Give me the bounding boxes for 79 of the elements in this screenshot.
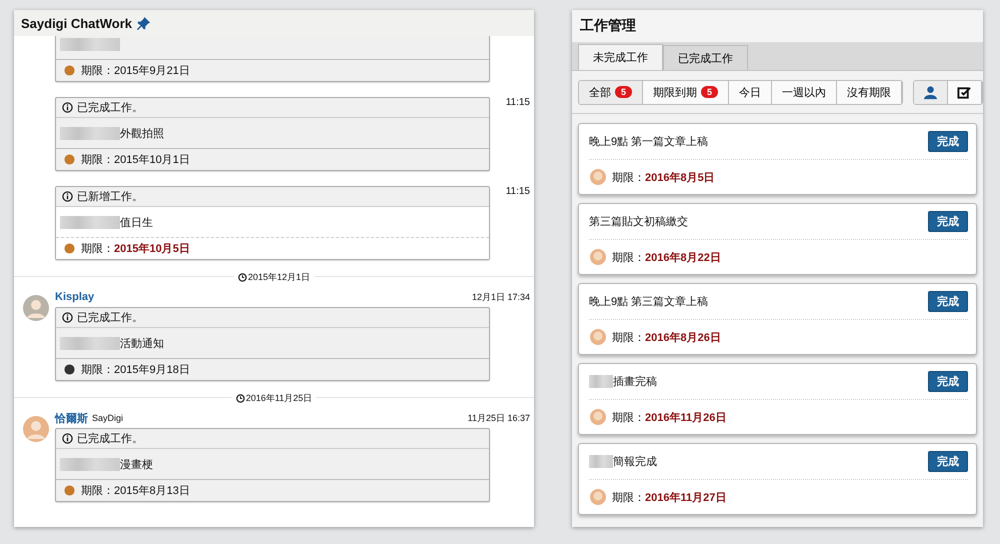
- complete-button[interactable]: 完成: [928, 371, 968, 392]
- complete-button[interactable]: 完成: [928, 291, 968, 312]
- due-date: 2016年8月26日: [645, 330, 721, 344]
- edit-button[interactable]: [948, 80, 982, 104]
- person-button[interactable]: [914, 80, 948, 104]
- task-text: 值日生: [120, 216, 153, 230]
- task-text: 活動通知: [120, 336, 164, 350]
- due-label: 期限：: [81, 153, 114, 167]
- complete-button[interactable]: 完成: [928, 131, 968, 152]
- due-label: 期限：: [612, 410, 645, 424]
- due-date: 2016年8月22日: [645, 250, 721, 264]
- avatar-icon: [589, 168, 607, 186]
- due-date: 2016年11月26日: [645, 410, 726, 424]
- avatar-icon: [589, 328, 607, 346]
- task-text: 外觀拍照: [120, 126, 164, 140]
- task-title: 晚上9點 第三篇文章上稿: [589, 294, 708, 309]
- task-status: 已完成工作。: [77, 432, 143, 446]
- sender-name[interactable]: Kisplay: [55, 291, 94, 303]
- tab[interactable]: 已完成工作: [663, 45, 748, 70]
- clock-icon: [236, 394, 245, 402]
- due-label: 期限：: [612, 250, 645, 264]
- avatar-icon: [64, 154, 75, 165]
- avatar-icon: [64, 364, 75, 375]
- message-time: 11月25日 16:37: [468, 412, 530, 424]
- panel-title: 工作管理: [580, 17, 636, 35]
- clock-icon: [238, 272, 247, 282]
- due-label: 期限：: [81, 363, 114, 377]
- info-icon: [62, 191, 73, 202]
- sender-organization: SayDigi: [92, 413, 124, 423]
- panel-title: Saydigi ChatWork: [21, 16, 132, 30]
- task-text: 漫畫梗: [120, 458, 153, 472]
- avatar-icon: [64, 485, 75, 496]
- due-date: 2016年11月27日: [645, 490, 726, 504]
- sender-name[interactable]: 恰爾斯: [55, 410, 88, 426]
- task-title: 晚上9點 第一篇文章上稿: [589, 134, 708, 149]
- due-label: 期限：: [81, 242, 114, 256]
- due-date: 2015年9月18日: [114, 363, 190, 377]
- filter-button[interactable]: 一週以內: [772, 80, 838, 104]
- due-label: 期限：: [81, 484, 114, 498]
- message-time: 11:15: [506, 186, 530, 197]
- date-separator: 2015年12月1日: [234, 271, 314, 283]
- info-icon: [62, 312, 73, 323]
- task-status: 已完成工作。: [77, 310, 143, 325]
- task-status: 已新增工作。: [77, 190, 143, 204]
- avatar-icon: [64, 243, 75, 254]
- due-label: 期限：: [612, 170, 645, 184]
- date-separator: 2016年11月25日: [232, 392, 316, 404]
- task-title: 插畫完稿: [613, 374, 657, 389]
- message-time: 12月1日 17:34: [472, 290, 530, 304]
- avatar-icon: [64, 65, 75, 76]
- due-date: 2016年8月5日: [645, 170, 715, 184]
- complete-button[interactable]: 完成: [928, 211, 968, 232]
- due-date: 2015年10月1日: [114, 153, 190, 167]
- due-label: 期限：: [612, 490, 645, 504]
- due-date: 2015年9月21日: [114, 64, 190, 78]
- tab[interactable]: 未完成工作: [578, 44, 663, 70]
- due-date: 2015年10月5日: [114, 242, 190, 256]
- pin-icon[interactable]: [136, 16, 152, 30]
- due-label: 期限：: [81, 64, 114, 78]
- task-status: 已完成工作。: [77, 100, 143, 115]
- filter-button[interactable]: 期限到期 5: [643, 80, 730, 104]
- avatar-icon: [589, 248, 607, 266]
- task-title: 簡報完成: [613, 454, 657, 469]
- filter-button[interactable]: 全部 5: [579, 80, 644, 104]
- filter-button[interactable]: 今日: [729, 80, 772, 104]
- person-icon: [923, 84, 938, 100]
- message-time: 11:15: [506, 97, 530, 108]
- avatar-icon: [589, 488, 607, 506]
- due-label: 期限：: [612, 330, 645, 344]
- due-date: 2015年8月13日: [114, 484, 190, 498]
- edit-icon: [957, 84, 972, 100]
- complete-button[interactable]: 完成: [928, 451, 968, 472]
- avatar-icon: [589, 408, 607, 426]
- task-title: 第三篇貼文初稿繳交: [589, 214, 688, 229]
- count-badge: 5: [615, 86, 632, 98]
- filter-button[interactable]: 沒有期限: [837, 80, 902, 104]
- info-icon: [62, 433, 73, 444]
- count-badge: 5: [701, 86, 718, 98]
- info-icon: [62, 102, 73, 113]
